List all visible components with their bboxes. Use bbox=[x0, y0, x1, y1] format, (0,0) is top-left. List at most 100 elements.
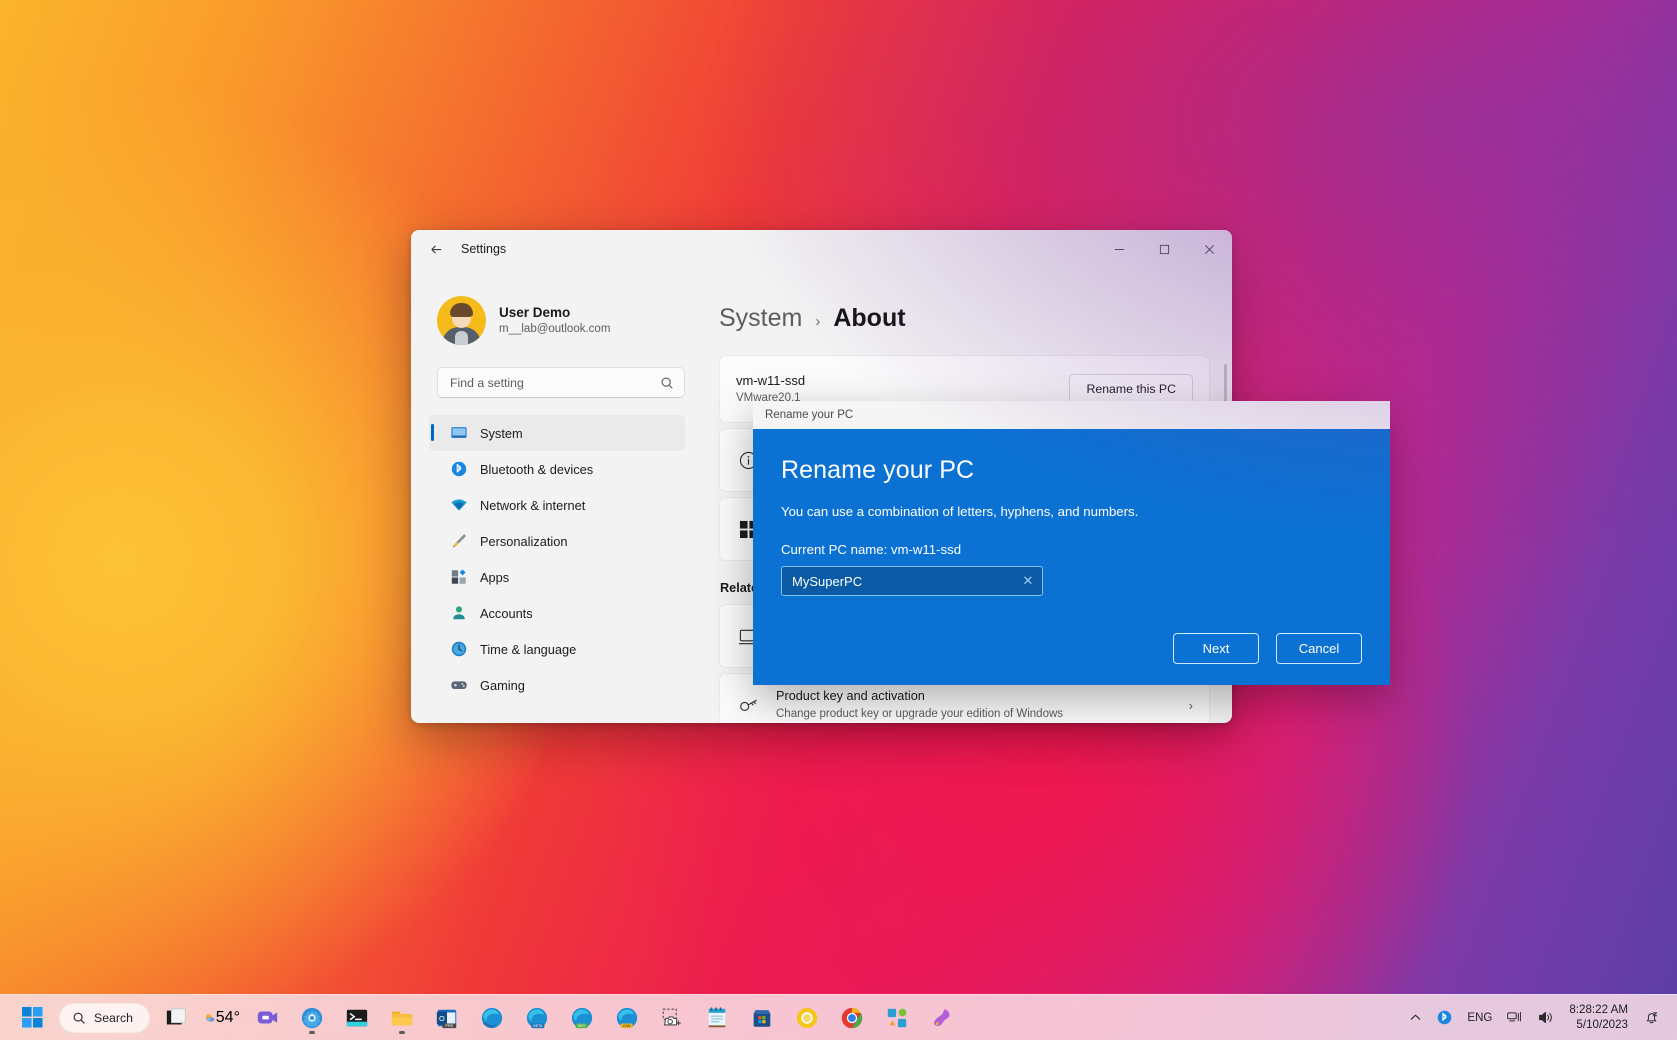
profile-email: m__lab@outlook.com bbox=[499, 322, 610, 338]
display-icon bbox=[449, 424, 468, 443]
gamepad-icon bbox=[449, 676, 468, 695]
svg-text:BETA: BETA bbox=[533, 1024, 543, 1028]
search-icon bbox=[660, 376, 674, 390]
svg-text:DEV: DEV bbox=[578, 1024, 586, 1028]
breadcrumb: System › About bbox=[719, 304, 1210, 333]
minimize-button[interactable] bbox=[1097, 230, 1142, 268]
sidebar-label: Gaming bbox=[480, 678, 525, 693]
start-button[interactable] bbox=[14, 1000, 50, 1036]
weather-widget[interactable]: 54° bbox=[204, 1000, 240, 1036]
sidebar-item-accounts[interactable]: Accounts bbox=[429, 595, 685, 631]
settings-titlebar: Settings bbox=[411, 230, 1232, 268]
page-title: About bbox=[833, 304, 905, 333]
visual-studio-icon[interactable] bbox=[879, 1000, 915, 1036]
search-box[interactable] bbox=[437, 367, 685, 398]
notepad-icon[interactable] bbox=[699, 1000, 735, 1036]
taskbar: Search 54° bbox=[0, 994, 1677, 1040]
profile-name: User Demo bbox=[499, 304, 610, 322]
settings-gear-icon[interactable] bbox=[294, 1000, 330, 1036]
sidebar-item-bluetooth-devices[interactable]: Bluetooth & devices bbox=[429, 451, 685, 487]
weather-temp: 54° bbox=[216, 1009, 240, 1027]
clear-icon[interactable]: ✕ bbox=[1020, 573, 1036, 589]
taskbar-apps: Search 54° bbox=[14, 1000, 960, 1036]
apps-icon bbox=[449, 568, 468, 587]
sidebar-item-personalization[interactable]: Personalization bbox=[429, 523, 685, 559]
breadcrumb-parent[interactable]: System bbox=[719, 304, 802, 333]
sidebar-label: Apps bbox=[480, 570, 509, 585]
sidebar-item-apps[interactable]: Apps bbox=[429, 559, 685, 595]
svg-text:CAN: CAN bbox=[623, 1024, 631, 1028]
window-controls bbox=[1097, 230, 1232, 268]
back-button[interactable] bbox=[420, 233, 452, 265]
sidebar-label: Network & internet bbox=[480, 498, 585, 513]
maximize-button[interactable] bbox=[1142, 230, 1187, 268]
cancel-button[interactable]: Cancel bbox=[1276, 633, 1362, 664]
wifi-icon bbox=[449, 496, 468, 515]
desktop-wallpaper: Settings bbox=[0, 0, 1677, 1040]
sidebar-item-time-language[interactable]: Time & language bbox=[429, 631, 685, 667]
current-pc-name-label: Current PC name: vm-w11-ssd bbox=[781, 542, 1362, 557]
dialog-description: You can use a combination of letters, hy… bbox=[781, 504, 1362, 519]
tray-volume-icon[interactable] bbox=[1530, 1004, 1561, 1031]
user-profile[interactable]: User Demo m__lab@outlook.com bbox=[429, 268, 685, 345]
settings-title: Settings bbox=[461, 242, 506, 256]
taskbar-search-label: Search bbox=[94, 1011, 133, 1025]
clock-date: 5/10/2023 bbox=[1569, 1018, 1628, 1032]
close-button[interactable] bbox=[1187, 230, 1232, 268]
paint-cocreator-icon[interactable] bbox=[924, 1000, 960, 1036]
edge-icon[interactable] bbox=[474, 1000, 510, 1036]
notification-bell-icon[interactable] bbox=[1636, 1004, 1667, 1031]
key-icon bbox=[736, 695, 760, 716]
tray-language-indicator[interactable]: ENG bbox=[1460, 1007, 1499, 1029]
row-title: Product key and activation bbox=[776, 687, 1173, 705]
dialog-caption: Rename your PC bbox=[753, 401, 1390, 429]
sidebar-label: Bluetooth & devices bbox=[480, 462, 593, 477]
settings-sidebar: User Demo m__lab@outlook.com bbox=[411, 268, 701, 723]
row-sub: Change product key or upgrade your editi… bbox=[776, 706, 1173, 723]
tray-expand-chevron-icon[interactable] bbox=[1402, 1006, 1429, 1029]
system-tray: ENG 8:28:22 AM 5/10/2023 bbox=[1402, 1001, 1677, 1034]
teams-icon[interactable] bbox=[249, 1000, 285, 1036]
clock-globe-icon bbox=[449, 640, 468, 659]
snipping-tool-icon[interactable] bbox=[654, 1000, 690, 1036]
dialog-body: Rename your PC You can use a combination… bbox=[753, 429, 1390, 685]
pc-name-field[interactable]: ✕ bbox=[781, 566, 1043, 596]
sidebar-label: System bbox=[480, 426, 523, 441]
person-icon bbox=[449, 604, 468, 623]
rename-this-pc-button[interactable]: Rename this PC bbox=[1069, 374, 1193, 404]
file-explorer-dark-icon[interactable] bbox=[159, 1000, 195, 1036]
tray-bluetooth-icon[interactable] bbox=[1429, 1004, 1460, 1031]
taskbar-search-button[interactable]: Search bbox=[59, 1003, 150, 1033]
file-explorer-icon[interactable] bbox=[384, 1000, 420, 1036]
dialog-title: Rename your PC bbox=[781, 456, 1362, 485]
sidebar-item-gaming[interactable]: Gaming bbox=[429, 667, 685, 703]
next-button[interactable]: Next bbox=[1173, 633, 1259, 664]
pc-name-input[interactable] bbox=[792, 574, 1020, 589]
sidebar-label: Accounts bbox=[480, 606, 533, 621]
bluetooth-icon bbox=[449, 460, 468, 479]
chevron-right-icon: › bbox=[1189, 698, 1193, 713]
sidebar-label: Personalization bbox=[480, 534, 568, 549]
chrome-icon[interactable] bbox=[834, 1000, 870, 1036]
svg-text:PRE: PRE bbox=[445, 1023, 453, 1028]
dialog-buttons: Next Cancel bbox=[1173, 633, 1362, 664]
terminal-icon[interactable] bbox=[339, 1000, 375, 1036]
microsoft-store-icon[interactable] bbox=[744, 1000, 780, 1036]
sidebar-nav: System Bluetooth & devices Network & int… bbox=[429, 415, 685, 703]
sidebar-item-network-internet[interactable]: Network & internet bbox=[429, 487, 685, 523]
chrome-canary-icon[interactable] bbox=[789, 1000, 825, 1036]
tray-network-icon[interactable] bbox=[1499, 1004, 1530, 1031]
outlook-preview-icon[interactable]: OPRE bbox=[429, 1000, 465, 1036]
clock[interactable]: 8:28:22 AM 5/10/2023 bbox=[1561, 1001, 1636, 1034]
paintbrush-icon bbox=[449, 532, 468, 551]
edge-beta-icon[interactable]: BETA bbox=[519, 1000, 555, 1036]
device-name: vm-w11-ssd bbox=[736, 371, 805, 391]
search-icon bbox=[72, 1011, 86, 1025]
edge-dev-icon[interactable]: DEV bbox=[564, 1000, 600, 1036]
svg-text:O: O bbox=[439, 1013, 445, 1022]
edge-canary-icon[interactable]: CAN bbox=[609, 1000, 645, 1036]
avatar bbox=[437, 296, 486, 345]
search-input[interactable] bbox=[450, 376, 660, 390]
rename-pc-dialog: Rename your PC Rename your PC You can us… bbox=[753, 401, 1390, 685]
sidebar-item-system[interactable]: System bbox=[429, 415, 685, 451]
